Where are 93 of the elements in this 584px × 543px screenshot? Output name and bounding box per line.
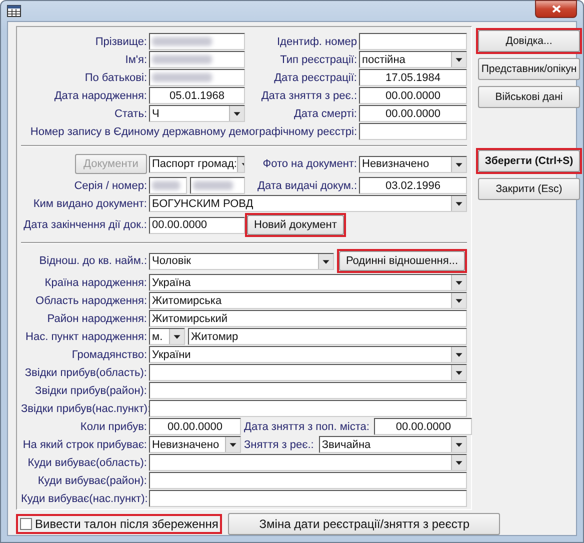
caret-icon <box>451 293 466 308</box>
field-label: Прізвище: <box>94 36 148 48</box>
field-label: Нас. пункт народження: <box>24 330 148 342</box>
field-label: Ім'я: <box>124 54 148 66</box>
text-field[interactable]: 03.02.1996 <box>359 177 467 194</box>
dropdown[interactable]: БОГУНСКИМ РОВД <box>149 195 467 212</box>
text-field[interactable] <box>359 123 467 140</box>
caret-icon <box>451 52 466 67</box>
text-field[interactable] <box>359 33 467 50</box>
dropdown[interactable] <box>149 454 467 471</box>
text-field[interactable]: 17.05.1984 <box>359 69 467 86</box>
text-field[interactable] <box>149 69 245 86</box>
text-field[interactable] <box>149 177 187 194</box>
dropdown[interactable]: м. <box>149 328 185 345</box>
text-field[interactable] <box>149 33 245 50</box>
close-button[interactable] <box>535 0 577 18</box>
text-field[interactable]: Житомирський <box>149 310 467 327</box>
field-label: Ким видано документ: <box>32 198 148 210</box>
text-field[interactable] <box>149 382 467 399</box>
dropdown[interactable]: Чоловік <box>149 252 334 270</box>
action-button[interactable]: Зміна дати реєстрації/зняття з реєстр <box>228 513 500 535</box>
field-label: Дата зняття з поп. міста: <box>244 420 370 432</box>
dropdown[interactable]: Невизначено <box>149 436 241 453</box>
field-label: Дата зняття з реє.: <box>260 90 358 102</box>
field-label: Віднош. до кв. найм.: <box>38 255 148 267</box>
caret-icon <box>318 254 333 268</box>
action-button[interactable]: Зберегти (Ctrl+S) <box>478 150 580 172</box>
field-label: Дата смерті: <box>292 108 358 120</box>
text-field[interactable]: 00.00.0000 <box>359 87 467 104</box>
action-button[interactable]: Військові дані <box>478 86 580 108</box>
caret-icon <box>225 437 240 452</box>
field-label: Ідентиф. номер <box>276 36 358 48</box>
dropdown[interactable]: Житомирська <box>149 292 467 309</box>
caret-icon <box>451 455 466 470</box>
field-label: Коли прибув: <box>79 420 148 432</box>
action-button[interactable]: Новий документ <box>247 215 344 235</box>
dropdown[interactable]: Паспорт громад: <box>149 156 245 172</box>
field-label: Дата закінчення дії док.: <box>22 219 148 231</box>
field-label: Тип реєстрації: <box>279 54 358 66</box>
text-field[interactable] <box>149 490 467 507</box>
field-label: Фото на документ: <box>262 158 358 170</box>
checkbox[interactable] <box>20 518 32 530</box>
dropdown[interactable]: України <box>149 346 467 363</box>
caret-icon <box>451 365 466 380</box>
field-label: Номер запису в Єдиному державному демографічному реєстрі: <box>29 126 358 138</box>
field-label: Куди вибуває(область): <box>26 456 148 468</box>
text-field[interactable]: 00.00.0000 <box>149 216 245 234</box>
action-button[interactable]: Родинні відношення... <box>338 251 465 271</box>
action-button[interactable]: Представник/опікун <box>478 58 580 80</box>
table-icon <box>7 5 21 17</box>
field-label: Область народження: <box>34 294 148 306</box>
field-label: На який строк прибуває: <box>22 438 148 450</box>
field-label: Стать: <box>113 108 148 120</box>
text-field[interactable] <box>190 177 245 194</box>
checkbox-label: Вивести талон після збереження <box>35 517 218 531</box>
field-label: Куди вибуває(нас.пункт): <box>21 492 149 504</box>
caret-icon <box>229 106 244 121</box>
field-label: Звідки прибув(нас.пункт): <box>21 402 149 414</box>
text-field[interactable]: 05.01.1968 <box>149 87 245 104</box>
text-field[interactable] <box>149 400 467 417</box>
field-label: Дата народження: <box>53 90 148 102</box>
dropdown[interactable]: постійна <box>359 51 467 68</box>
text-field[interactable]: 00.00.0000 <box>359 105 467 122</box>
field-label: Куди вибуває(район): <box>36 474 148 486</box>
caret-icon <box>451 347 466 362</box>
field-label: Район народження: <box>46 312 148 324</box>
field-label: Дата реєстрації: <box>273 72 358 84</box>
action-button[interactable]: Закрити (Esc) <box>478 178 580 200</box>
field-label: Дата видачі докум.: <box>256 180 358 192</box>
dropdown[interactable] <box>149 364 467 381</box>
field-label: Зняття з реє.: <box>244 438 315 450</box>
field-label: Звідки прибув(район): <box>34 384 148 396</box>
caret-icon <box>451 196 466 211</box>
dropdown[interactable]: Україна <box>149 274 467 291</box>
caret-icon <box>451 156 466 172</box>
text-field[interactable] <box>149 51 245 68</box>
field-label: Серія / номер: <box>73 180 148 192</box>
close-icon <box>552 5 560 13</box>
action-button[interactable]: Довідка... <box>478 30 580 52</box>
text-field[interactable]: 00.00.0000 <box>149 418 241 435</box>
dropdown[interactable]: Ч <box>149 105 245 122</box>
text-field[interactable] <box>149 472 467 489</box>
text-field[interactable]: 00.00.0000 <box>374 418 472 435</box>
text-field[interactable]: Житомир <box>188 328 467 345</box>
caret-icon <box>451 437 466 452</box>
caret-icon <box>169 329 184 344</box>
caret-icon <box>451 275 466 290</box>
dropdown[interactable]: Звичайна <box>318 436 467 453</box>
field-label: Країна народження: <box>44 276 148 288</box>
field-label: Звідки прибув(область): <box>24 366 148 378</box>
dropdown[interactable]: Невизначено <box>359 156 467 172</box>
field-label: Громадянство: <box>70 348 148 360</box>
field-label: По батькові: <box>84 72 148 84</box>
